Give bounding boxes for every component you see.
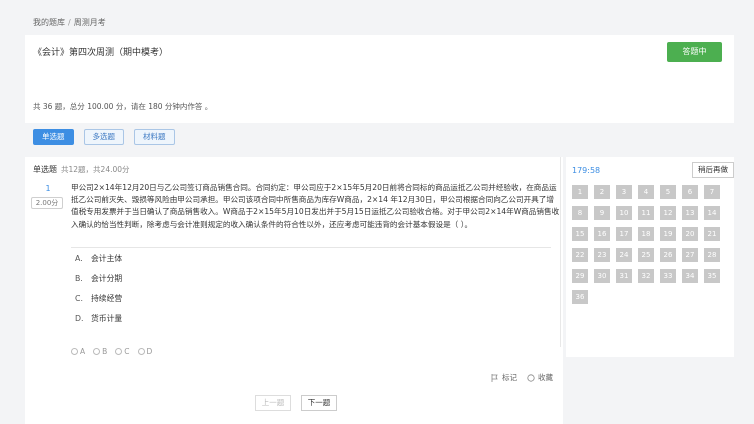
radio-label: B [102,347,108,356]
question-actions: 标记 收藏 [491,372,553,383]
question-number-cell[interactable]: 21 [704,227,720,241]
question-number-cell[interactable]: 32 [638,269,654,283]
question-number-cell[interactable]: 9 [594,206,610,220]
question-number-grid: 1 2 3 4 5 6 7 8 9 10 11 12 13 14 15 16 17 18 19 20 21 22 23 24 2… [572,185,722,304]
question-number-cell[interactable]: 11 [638,206,654,220]
option-letter: A. [75,253,83,263]
divider [560,157,561,347]
breadcrumb-separator: / [68,18,71,27]
question-number-cell[interactable]: 27 [682,248,698,262]
question-stem: 甲公司2×14年12月20日与乙公司签订商品销售合同。合同约定：甲公司应于2×1… [71,183,560,229]
question-number-cell[interactable]: 6 [682,185,698,199]
radio-circle-icon [71,348,78,355]
question-number-cell[interactable]: 23 [594,248,610,262]
option-letter: C. [75,293,83,303]
question-number-cell[interactable]: 12 [660,206,676,220]
answering-status-button[interactable]: 答题中 [667,42,722,62]
question-number-cell[interactable]: 26 [660,248,676,262]
question-number-cell[interactable]: 33 [660,269,676,283]
countdown-timer: 179:58 [572,166,601,175]
question-number-cell[interactable]: 17 [616,227,632,241]
next-question-button[interactable]: 下一题 [301,395,337,411]
question-number-cell[interactable]: 36 [572,290,588,304]
question-number-cell[interactable]: 10 [616,206,632,220]
question-number-cell[interactable]: 34 [682,269,698,283]
question-number-cell[interactable]: 4 [638,185,654,199]
favorite-label: 收藏 [538,373,553,382]
question-number-cell[interactable]: 29 [572,269,588,283]
prev-question-button[interactable]: 上一题 [255,395,291,411]
radio-label: A [80,347,86,356]
option-text: 会计主体 [91,253,123,263]
question-score: 2.00分 [31,197,63,209]
section-info: 共12题，共24.00分 [61,165,130,174]
question-number-cell[interactable]: 1 [572,185,588,199]
radio-circle-icon [115,348,123,355]
question-number-cell[interactable]: 13 [682,206,698,220]
answer-radio-b[interactable]: B [93,347,107,356]
question-number-cell[interactable]: 25 [638,248,654,262]
question-number-cell[interactable]: 19 [660,227,676,241]
section-name: 单选题 [33,165,57,174]
answer-radio-d[interactable]: D [137,347,153,356]
tab-multiple-choice[interactable]: 多选题 [83,129,124,145]
question-number-cell[interactable]: 7 [704,185,720,199]
mark-button[interactable]: 标记 [491,372,517,383]
question-number-cell[interactable]: 22 [572,248,588,262]
radio-circle-icon [93,348,101,355]
option-d[interactable]: D. 货币计量 [71,308,551,328]
answer-radio-a[interactable]: A [71,347,85,356]
option-b[interactable]: B. 会计分期 [71,268,551,288]
option-text: 会计分期 [91,273,123,283]
radio-label: D [146,347,153,356]
radio-label: C [124,347,130,356]
option-text: 货币计量 [91,313,123,323]
option-a[interactable]: A. 会计主体 [71,248,551,268]
star-icon [527,373,535,382]
option-letter: D. [75,313,84,323]
question-type-tabs: 单选题 多选题 材料题 [33,129,175,145]
question-pager: 上一题 下一题 [255,395,337,411]
exam-meta: 共 36 题，总分 100.00 分，请在 180 分钟内作答 。 [33,102,213,111]
favorite-button[interactable]: 收藏 [527,372,553,383]
option-list: A. 会计主体 B. 会计分期 C. 持续经营 D. 货币计量 [71,247,551,328]
question-number-cell[interactable]: 16 [594,227,610,241]
breadcrumb: 我的题库 / 周测月考 [33,17,106,28]
answer-radio-c[interactable]: C [115,347,130,356]
breadcrumb-root[interactable]: 我的题库 [33,18,65,27]
flag-icon [491,373,498,382]
tab-single-choice[interactable]: 单选题 [33,129,74,145]
tab-material[interactable]: 材料题 [134,129,175,145]
answer-sheet: 179:58 稍后再做 1 2 3 4 5 6 7 8 9 10 11 12 13 14 15 16 17 18 1… [566,157,734,357]
option-text: 持续经营 [91,293,123,303]
do-later-button[interactable]: 稍后再做 [692,162,734,178]
question-number: 1 [45,184,51,193]
question-number-cell[interactable]: 30 [594,269,610,283]
question-number-cell[interactable]: 24 [616,248,632,262]
breadcrumb-current[interactable]: 周测月考 [74,18,106,27]
section-header: 单选题 共12题，共24.00分 [33,164,130,175]
page-title: 《会计》第四次周测（期中模考） [33,48,169,58]
question-number-cell[interactable]: 31 [616,269,632,283]
radio-circle-icon [137,348,145,355]
question-panel: 单选题 共12题，共24.00分 1 2.00分 甲公司2×14年12月20日与乙… [25,157,563,424]
answer-radio-group: A B C D [71,347,152,356]
question-number-cell[interactable]: 15 [572,227,588,241]
mark-label: 标记 [502,373,517,382]
question-number-cell[interactable]: 28 [704,248,720,262]
question-number-cell[interactable]: 8 [572,206,588,220]
question-number-cell[interactable]: 14 [704,206,720,220]
question-number-cell[interactable]: 35 [704,269,720,283]
option-c[interactable]: C. 持续经营 [71,288,551,308]
question-number-cell[interactable]: 5 [660,185,676,199]
option-letter: B. [75,273,83,283]
question-number-cell[interactable]: 2 [594,185,610,199]
question-number-cell[interactable]: 3 [616,185,632,199]
exam-header-card: 《会计》第四次周测（期中模考） 答题中 共 36 题，总分 100.00 分，请… [25,35,734,123]
question-number-cell[interactable]: 18 [638,227,654,241]
question-number-cell[interactable]: 20 [682,227,698,241]
